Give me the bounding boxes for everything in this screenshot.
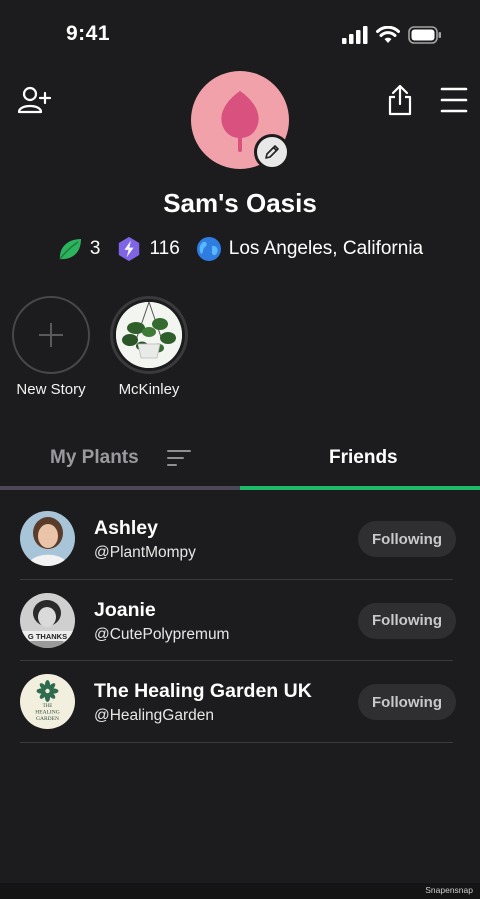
friend-row[interactable]: G THANKS Joanie @CutePolypremum Followin… [20, 580, 456, 661]
location-text: Los Angeles, California [228, 238, 424, 259]
profile-stats: 3 116 Los Angeles, California [0, 236, 480, 262]
cellular-signal-icon [342, 26, 368, 44]
story-label: McKinley [118, 381, 180, 398]
friend-handle: @PlantMompy [94, 544, 196, 561]
edit-avatar-button[interactable] [254, 134, 290, 170]
watermark: Snapensnap [425, 885, 473, 895]
friend-handle: @HealingGarden [94, 707, 214, 724]
avatar-caption: G THANKS [28, 632, 67, 641]
green-leaf-icon [57, 236, 83, 262]
tab-label: Friends [329, 447, 398, 468]
stories-row: New Story McKinley [0, 296, 480, 406]
status-time: 9:41 [66, 22, 111, 45]
add-friend-button[interactable] [14, 82, 54, 118]
battery-icon [408, 26, 441, 44]
friend-name: The Healing Garden UK [94, 680, 312, 702]
friend-name: Ashley [94, 517, 158, 539]
status-icons [342, 26, 442, 44]
new-story-button[interactable]: New Story [1, 296, 101, 398]
person-plus-icon [17, 86, 51, 114]
following-button[interactable]: Following [358, 602, 456, 639]
tab-friends[interactable]: Friends [329, 436, 398, 480]
avatar: G THANKS [20, 592, 75, 648]
following-button[interactable]: Following [358, 521, 456, 557]
menu-button[interactable] [436, 82, 472, 118]
profile-tabs: My Plants Friends [0, 436, 480, 492]
hamburger-menu-icon [440, 87, 468, 113]
profile-name: Sam's Oasis [163, 188, 317, 218]
pencil-icon [265, 145, 279, 159]
logo-text: THE [43, 704, 53, 709]
following-button[interactable]: Following [358, 684, 456, 720]
tab-label: My Plants [50, 447, 139, 468]
friend-row[interactable]: Ashley @PlantMompy Following [20, 498, 456, 580]
friends-list: Ashley @PlantMompy Following G THANKS Jo… [0, 498, 480, 743]
leaves-count: 3 [89, 238, 101, 259]
potted-plant-photo [116, 302, 182, 368]
sort-icon[interactable] [166, 449, 191, 467]
friend-row[interactable]: THE HEALING GARDEN The Healing Garden UK… [20, 661, 456, 743]
profile-avatar[interactable] [191, 71, 290, 170]
footer-bar: Snapensnap [0, 883, 480, 899]
energy-stat: 116 [116, 236, 180, 262]
logo-text: HEALING [35, 710, 59, 716]
globe-icon [196, 236, 222, 262]
tab-my-plants[interactable]: My Plants [50, 436, 191, 480]
story-mckinley[interactable]: McKinley [99, 296, 199, 398]
share-icon [388, 84, 412, 116]
energy-count: 116 [149, 238, 180, 259]
share-button[interactable] [380, 80, 420, 120]
lightning-hexagon-icon [116, 236, 142, 262]
status-bar: 9:41 [0, 0, 480, 70]
avatar [20, 511, 75, 566]
friend-handle: @CutePolypremum [94, 625, 230, 643]
story-label: New Story [16, 381, 86, 398]
plus-icon [39, 323, 63, 347]
location-stat: Los Angeles, California [196, 236, 423, 262]
leaves-stat: 3 [57, 236, 101, 262]
friend-name: Joanie [94, 598, 156, 621]
story-ring [110, 296, 188, 374]
new-story-ring [12, 296, 90, 374]
wifi-icon [376, 26, 400, 43]
logo-text: GARDEN [36, 716, 59, 722]
avatar: THE HEALING GARDEN [20, 674, 75, 729]
tab-active-indicator [240, 486, 480, 490]
